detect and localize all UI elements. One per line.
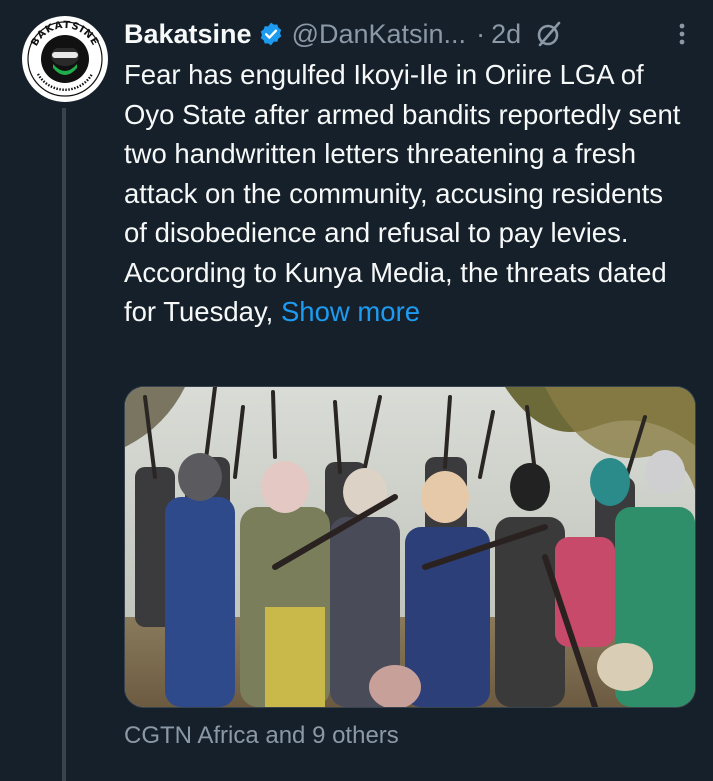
- separator-dot: ·: [476, 18, 486, 49]
- thread-line: [62, 108, 66, 781]
- grok-icon[interactable]: [535, 20, 563, 48]
- tweet-media-image[interactable]: [124, 386, 696, 708]
- tweet-text: Fear has engulfed Ikoyi-Ile in Oriire LG…: [124, 55, 684, 332]
- avatar-logo: BAKATSINE: [23, 17, 107, 101]
- tweet-card[interactable]: BAKATSINE Bakatsine @DanKatsin... · 2d F…: [0, 0, 713, 781]
- avatar[interactable]: BAKATSINE: [22, 16, 108, 102]
- show-more-link[interactable]: Show more: [281, 296, 420, 327]
- handle[interactable]: @DanKatsin...: [292, 19, 467, 50]
- timestamp[interactable]: 2d: [491, 19, 521, 50]
- photo-armed-men: [125, 387, 695, 707]
- verified-badge-icon: [260, 22, 281, 46]
- display-name[interactable]: Bakatsine: [124, 19, 252, 50]
- tweet-body: Fear has engulfed Ikoyi-Ile in Oriire LG…: [124, 59, 681, 327]
- tagged-users[interactable]: CGTN Africa and 9 others: [124, 722, 399, 750]
- more-vertical-icon[interactable]: [666, 18, 698, 50]
- tweet-header: Bakatsine @DanKatsin... · 2d: [124, 14, 704, 54]
